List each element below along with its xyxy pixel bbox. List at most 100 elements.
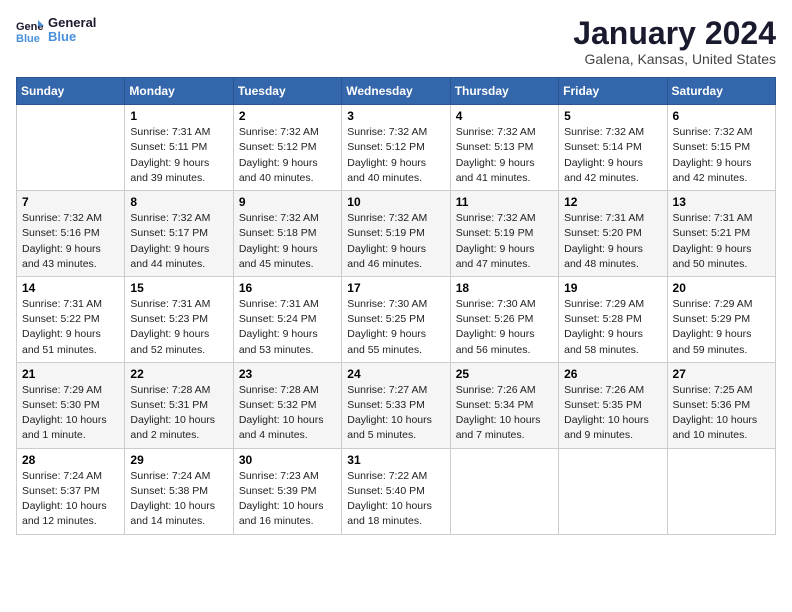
calendar-cell: 15 Sunrise: 7:31 AM Sunset: 5:23 PM Dayli…	[125, 276, 233, 362]
day-info: Sunrise: 7:24 AM Sunset: 5:38 PM Dayligh…	[130, 469, 227, 530]
calendar-cell	[450, 448, 558, 534]
calendar-cell: 6 Sunrise: 7:32 AM Sunset: 5:15 PM Daylig…	[667, 105, 775, 191]
day-number: 10	[347, 195, 444, 209]
calendar-cell: 14Sunrise: 7:31 AM Sunset: 5:22 PM Dayli…	[17, 276, 125, 362]
day-info: Sunrise: 7:29 AM Sunset: 5:28 PM Dayligh…	[564, 297, 661, 358]
calendar-cell	[559, 448, 667, 534]
day-number: 21	[22, 367, 119, 381]
day-number: 25	[456, 367, 553, 381]
calendar-cell: 4Sunrise: 7:32 AM Sunset: 5:13 PM Daylig…	[450, 105, 558, 191]
day-info: Sunrise: 7:26 AM Sunset: 5:35 PM Dayligh…	[564, 383, 661, 444]
calendar-cell: 19 Sunrise: 7:29 AM Sunset: 5:28 PM Dayli…	[559, 276, 667, 362]
day-number: 12	[564, 195, 661, 209]
calendar-cell: 21 Sunrise: 7:29 AM Sunset: 5:30 PM Dayli…	[17, 362, 125, 448]
day-info: Sunrise: 7:32 AM Sunset: 5:19 PM Dayligh…	[456, 211, 553, 272]
calendar-week-3: 21 Sunrise: 7:29 AM Sunset: 5:30 PM Dayli…	[17, 362, 776, 448]
day-info: Sunrise: 7:32 AM Sunset: 5:12 PM Dayligh…	[347, 125, 444, 186]
header-tuesday: Tuesday	[233, 78, 341, 105]
header: General Blue General Blue January 2024 G…	[16, 16, 776, 67]
calendar-table: SundayMondayTuesdayWednesdayThursdayFrid…	[16, 77, 776, 534]
calendar-cell: 29 Sunrise: 7:24 AM Sunset: 5:38 PM Dayli…	[125, 448, 233, 534]
day-info: Sunrise: 7:31 AM Sunset: 5:23 PM Dayligh…	[130, 297, 227, 358]
day-info: Sunrise: 7:24 AM Sunset: 5:37 PM Dayligh…	[22, 469, 119, 530]
calendar-cell: 13Sunrise: 7:31 AM Sunset: 5:21 PM Dayli…	[667, 191, 775, 277]
calendar-cell: 26 Sunrise: 7:26 AM Sunset: 5:35 PM Dayli…	[559, 362, 667, 448]
calendar-cell: 25Sunrise: 7:26 AM Sunset: 5:34 PM Dayli…	[450, 362, 558, 448]
day-number: 5	[564, 109, 661, 123]
day-number: 24	[347, 367, 444, 381]
day-number: 23	[239, 367, 336, 381]
day-info: Sunrise: 7:32 AM Sunset: 5:19 PM Dayligh…	[347, 211, 444, 272]
day-number: 7	[22, 195, 119, 209]
day-number: 30	[239, 453, 336, 467]
day-info: Sunrise: 7:22 AM Sunset: 5:40 PM Dayligh…	[347, 469, 444, 530]
day-number: 16	[239, 281, 336, 295]
day-info: Sunrise: 7:30 AM Sunset: 5:25 PM Dayligh…	[347, 297, 444, 358]
calendar-cell: 27Sunrise: 7:25 AM Sunset: 5:36 PM Dayli…	[667, 362, 775, 448]
day-number: 27	[673, 367, 770, 381]
day-number: 28	[22, 453, 119, 467]
day-info: Sunrise: 7:32 AM Sunset: 5:15 PM Dayligh…	[673, 125, 770, 186]
day-info: Sunrise: 7:28 AM Sunset: 5:32 PM Dayligh…	[239, 383, 336, 444]
header-wednesday: Wednesday	[342, 78, 450, 105]
header-sunday: Sunday	[17, 78, 125, 105]
day-number: 20	[673, 281, 770, 295]
day-info: Sunrise: 7:31 AM Sunset: 5:11 PM Dayligh…	[130, 125, 227, 186]
calendar-cell: 11 Sunrise: 7:32 AM Sunset: 5:19 PM Dayli…	[450, 191, 558, 277]
header-thursday: Thursday	[450, 78, 558, 105]
svg-text:Blue: Blue	[16, 33, 40, 44]
calendar-cell: 10 Sunrise: 7:32 AM Sunset: 5:19 PM Dayli…	[342, 191, 450, 277]
day-number: 4	[456, 109, 553, 123]
day-number: 31	[347, 453, 444, 467]
day-number: 11	[456, 195, 553, 209]
calendar-cell: 18Sunrise: 7:30 AM Sunset: 5:26 PM Dayli…	[450, 276, 558, 362]
day-number: 8	[130, 195, 227, 209]
day-number: 29	[130, 453, 227, 467]
calendar-week-1: 7Sunrise: 7:32 AM Sunset: 5:16 PM Daylig…	[17, 191, 776, 277]
calendar-week-0: 1 Sunrise: 7:31 AM Sunset: 5:11 PM Daylig…	[17, 105, 776, 191]
calendar-cell: 2 Sunrise: 7:32 AM Sunset: 5:12 PM Daylig…	[233, 105, 341, 191]
calendar-cell: 28 Sunrise: 7:24 AM Sunset: 5:37 PM Dayli…	[17, 448, 125, 534]
day-number: 26	[564, 367, 661, 381]
calendar-cell: 3 Sunrise: 7:32 AM Sunset: 5:12 PM Daylig…	[342, 105, 450, 191]
calendar-cell: 20Sunrise: 7:29 AM Sunset: 5:29 PM Dayli…	[667, 276, 775, 362]
calendar-cell: 1 Sunrise: 7:31 AM Sunset: 5:11 PM Daylig…	[125, 105, 233, 191]
calendar-cell: 5 Sunrise: 7:32 AM Sunset: 5:14 PM Daylig…	[559, 105, 667, 191]
day-info: Sunrise: 7:30 AM Sunset: 5:26 PM Dayligh…	[456, 297, 553, 358]
header-saturday: Saturday	[667, 78, 775, 105]
day-number: 15	[130, 281, 227, 295]
header-friday: Friday	[559, 78, 667, 105]
calendar-week-4: 28 Sunrise: 7:24 AM Sunset: 5:37 PM Dayli…	[17, 448, 776, 534]
logo-text-general: General	[48, 16, 96, 30]
day-info: Sunrise: 7:31 AM Sunset: 5:21 PM Dayligh…	[673, 211, 770, 272]
calendar-week-2: 14Sunrise: 7:31 AM Sunset: 5:22 PM Dayli…	[17, 276, 776, 362]
day-info: Sunrise: 7:31 AM Sunset: 5:24 PM Dayligh…	[239, 297, 336, 358]
day-number: 1	[130, 109, 227, 123]
calendar-cell: 12Sunrise: 7:31 AM Sunset: 5:20 PM Dayli…	[559, 191, 667, 277]
day-number: 19	[564, 281, 661, 295]
calendar-header-row: SundayMondayTuesdayWednesdayThursdayFrid…	[17, 78, 776, 105]
day-info: Sunrise: 7:23 AM Sunset: 5:39 PM Dayligh…	[239, 469, 336, 530]
calendar-cell: 22Sunrise: 7:28 AM Sunset: 5:31 PM Dayli…	[125, 362, 233, 448]
day-number: 9	[239, 195, 336, 209]
calendar-cell: 30 Sunrise: 7:23 AM Sunset: 5:39 PM Dayli…	[233, 448, 341, 534]
day-info: Sunrise: 7:28 AM Sunset: 5:31 PM Dayligh…	[130, 383, 227, 444]
calendar-cell	[667, 448, 775, 534]
day-number: 3	[347, 109, 444, 123]
day-info: Sunrise: 7:32 AM Sunset: 5:17 PM Dayligh…	[130, 211, 227, 272]
day-number: 6	[673, 109, 770, 123]
day-info: Sunrise: 7:32 AM Sunset: 5:14 PM Dayligh…	[564, 125, 661, 186]
logo: General Blue General Blue	[16, 16, 96, 45]
calendar-cell: 31 Sunrise: 7:22 AM Sunset: 5:40 PM Dayli…	[342, 448, 450, 534]
day-number: 2	[239, 109, 336, 123]
calendar-cell: 7Sunrise: 7:32 AM Sunset: 5:16 PM Daylig…	[17, 191, 125, 277]
calendar-cell: 9Sunrise: 7:32 AM Sunset: 5:18 PM Daylig…	[233, 191, 341, 277]
header-monday: Monday	[125, 78, 233, 105]
logo-icon: General Blue	[16, 16, 44, 44]
title-block: January 2024 Galena, Kansas, United Stat…	[573, 16, 776, 67]
logo-text-blue: Blue	[48, 30, 96, 44]
calendar-cell: 24Sunrise: 7:27 AM Sunset: 5:33 PM Dayli…	[342, 362, 450, 448]
day-info: Sunrise: 7:32 AM Sunset: 5:12 PM Dayligh…	[239, 125, 336, 186]
day-info: Sunrise: 7:29 AM Sunset: 5:30 PM Dayligh…	[22, 383, 119, 444]
day-number: 14	[22, 281, 119, 295]
